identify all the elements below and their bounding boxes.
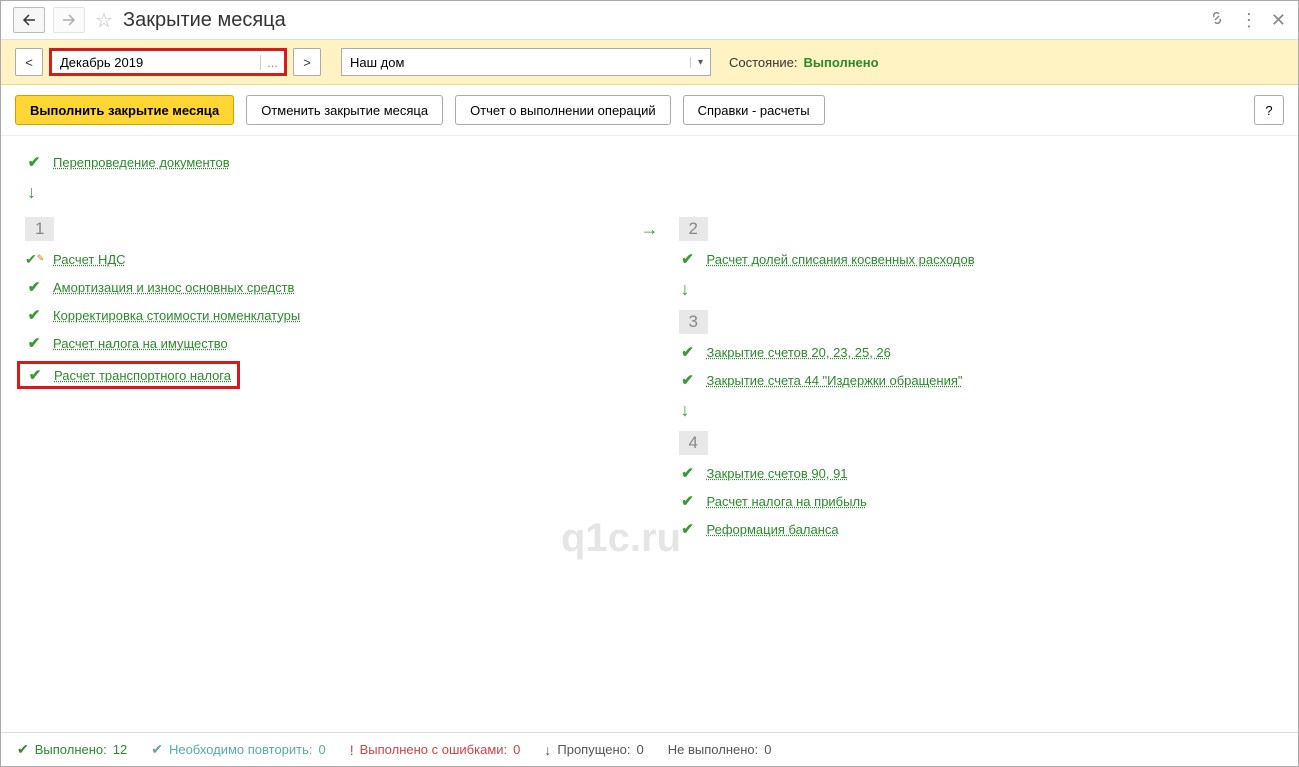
stage-2-header: 2 [679, 217, 708, 241]
op-profit-tax[interactable]: Расчет налога на прибыль [707, 494, 867, 509]
op-cost-adjustment[interactable]: Корректировка стоимости номенклатуры [53, 308, 300, 323]
check-icon: ✔ [26, 366, 44, 384]
check-icon: ✔ [17, 741, 29, 758]
check-icon: ✔ [679, 371, 697, 389]
organization-field[interactable]: ▾ [341, 48, 711, 76]
period-prev-button[interactable]: < [15, 48, 43, 76]
report-button[interactable]: Отчет о выполнении операций [455, 95, 671, 125]
arrow-down-icon: ↓ [679, 273, 1275, 306]
check-icon: ✔ [25, 278, 43, 296]
stat-notdone: Не выполнено: 0 [668, 742, 772, 757]
arrow-down-icon: ↓ [25, 176, 1274, 209]
period-picker-button[interactable]: ... [260, 55, 284, 70]
check-icon: ✔ [679, 464, 697, 482]
op-close-44[interactable]: Закрытие счета 44 "Издержки обращения" [707, 373, 963, 388]
nav-back-button[interactable] [13, 7, 45, 33]
arrow-down-icon: ↓ [544, 742, 551, 758]
link-icon[interactable] [1208, 9, 1226, 32]
stage-4-header: 4 [679, 431, 708, 455]
page-title: Закрытие месяца [123, 9, 1200, 32]
period-field[interactable]: ... [49, 48, 287, 76]
period-input[interactable] [52, 51, 260, 73]
organization-input[interactable] [342, 49, 690, 75]
stage-1-header: 1 [25, 217, 54, 241]
op-reposting[interactable]: Перепроведение документов [53, 155, 230, 170]
check-icon: ✔ [679, 343, 697, 361]
check-icon: ✔ [25, 306, 43, 324]
op-transport-tax[interactable]: Расчет транспортного налога [54, 368, 231, 383]
status-value: Выполнено [803, 55, 878, 70]
check-edit-icon: ✔✎ [25, 251, 43, 268]
op-vat[interactable]: Расчет НДС [53, 252, 126, 267]
check-icon: ✔ [25, 334, 43, 352]
op-close-90-91[interactable]: Закрытие счетов 90, 91 [707, 466, 848, 481]
references-button[interactable]: Справки - расчеты [683, 95, 825, 125]
close-icon[interactable]: ✕ [1271, 10, 1286, 31]
op-property-tax[interactable]: Расчет налога на имущество [53, 336, 228, 351]
check-icon: ✔ [25, 153, 43, 171]
highlighted-operation: ✔ Расчет транспортного налога [17, 361, 240, 389]
cancel-button[interactable]: Отменить закрытие месяца [246, 95, 443, 125]
op-indirect-costs[interactable]: Расчет долей списания косвенных расходов [707, 252, 975, 267]
arrow-right-icon: → [641, 219, 659, 240]
op-balance-reform[interactable]: Реформация баланса [707, 522, 839, 537]
warning-icon: ! [350, 742, 354, 758]
organization-dropdown-button[interactable]: ▾ [690, 57, 710, 68]
execute-button[interactable]: Выполнить закрытие месяца [15, 95, 234, 125]
period-next-button[interactable]: > [293, 48, 321, 76]
stat-errors: ! Выполнено с ошибками: 0 [350, 742, 521, 758]
stat-done: ✔ Выполнено: 12 [17, 741, 127, 758]
check-icon: ✔ [151, 741, 163, 758]
favorite-icon[interactable]: ☆ [93, 9, 115, 31]
nav-forward-button[interactable] [53, 7, 85, 33]
help-button[interactable]: ? [1254, 95, 1284, 125]
op-close-20-23-25-26[interactable]: Закрытие счетов 20, 23, 25, 26 [707, 345, 891, 360]
op-depreciation[interactable]: Амортизация и износ основных средств [53, 280, 294, 295]
check-icon: ✔ [679, 250, 697, 268]
stage-3-header: 3 [679, 310, 708, 334]
stat-skipped: ↓ Пропущено: 0 [544, 742, 643, 758]
status-label: Состояние: [729, 55, 797, 70]
stat-repeat: ✔ Необходимо повторить: 0 [151, 741, 326, 758]
arrow-down-icon: ↓ [679, 394, 1275, 427]
check-icon: ✔ [679, 520, 697, 538]
more-icon[interactable]: ⋮ [1240, 10, 1257, 31]
check-icon: ✔ [679, 492, 697, 510]
